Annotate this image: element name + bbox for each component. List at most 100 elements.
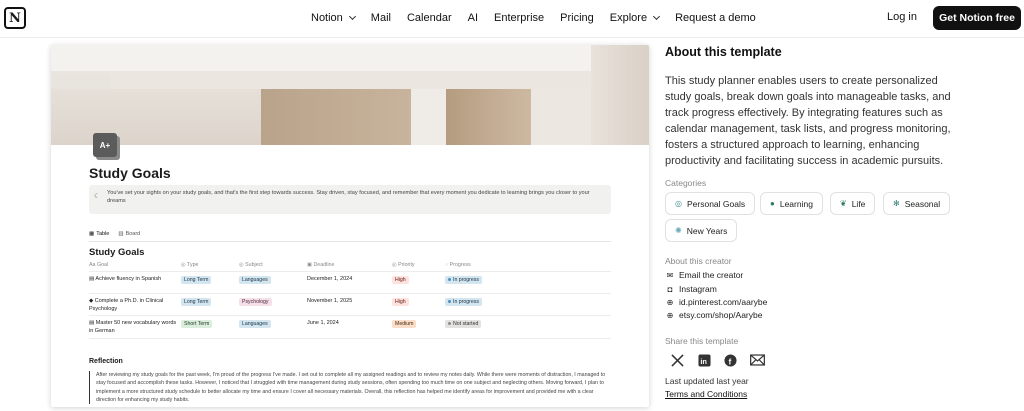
nav-item-request-demo[interactable]: Request a demo [667,12,764,24]
apple-icon: ● [770,199,775,208]
nav-item-mail[interactable]: Mail [363,12,399,24]
svg-text:in: in [700,357,707,366]
nav-item-notion[interactable]: Notion [303,12,363,24]
page-title: Study Goals [89,165,171,181]
divider [89,241,611,242]
progress-tag: In progress [445,276,482,284]
column-header-priority: ◎ Priority [392,262,415,268]
etsy-link[interactable]: ⊕ etsy.com/shop/Aarybe [665,310,763,320]
category-life[interactable]: ❦ Life [830,192,876,215]
text-icon: Aa [89,262,97,268]
priority-tag: High [392,276,409,284]
target-icon: ◎ [675,199,682,208]
sparkle-icon: ✺ [675,226,682,235]
chip-label: Learning [779,198,813,209]
progress-tag: In progress [445,298,482,306]
chevron-down-icon [348,12,356,21]
category-personal-goals[interactable]: ◎ Personal Goals [665,192,756,215]
last-updated: Last updated last year [665,376,749,386]
page-icon: A+ [93,133,117,157]
nav-item-label: Enterprise [494,12,545,24]
globe-icon: ⊕ [666,297,674,307]
email-share-icon[interactable] [749,352,765,368]
cover-image [51,45,649,145]
nav-item-label: Request a demo [675,12,756,24]
type-tag: Long Term [181,276,212,284]
nav-item-calendar[interactable]: Calendar [399,12,460,24]
page-icon: ▤ [89,320,96,326]
link-label: Email the creator [679,270,744,280]
nav-item-enterprise[interactable]: Enterprise [486,12,552,24]
x-share-icon[interactable] [669,352,685,368]
deadline-cell: June 1, 2024 [307,320,339,326]
nav-item-pricing[interactable]: Pricing [552,12,602,24]
creator-label: About this creator [665,256,732,266]
subject-tag: Psychology [239,298,272,306]
top-nav: N Notion Mail Calendar AI Enterprise Pri… [0,0,1024,38]
goal-cell: ▤ Achieve fluency in Spanish [89,276,162,282]
template-preview: A+ Study Goals ☾ You've set your sights … [51,45,649,407]
subject-tag: Languages [239,276,271,284]
globe-icon: ⊕ [666,310,674,320]
deadline-cell: December 1, 2024 [307,276,353,282]
notion-logo[interactable]: N [4,7,26,29]
get-notion-free-button[interactable]: Get Notion free [933,6,1021,30]
column-header-type: ◎ Type [181,262,199,268]
tab-table[interactable]: ▦ Table [89,231,109,237]
nav-menu: Notion Mail Calendar AI Enterprise Prici… [303,0,764,36]
column-header-progress: ◌ Progress [445,262,471,268]
nav-item-label: Notion [311,12,343,24]
chip-label: New Years [686,225,728,236]
table-icon: ▦ [89,231,95,237]
type-tag: Short Term [181,320,213,328]
moon-icon: ☾ [94,193,101,200]
column-header-goal: Aa Goal [89,262,109,268]
chip-label: Personal Goals [686,198,746,209]
pinterest-link[interactable]: ⊕ id.pinterest.com/aarybe [665,297,768,307]
instagram-icon: ◘ [667,284,673,294]
category-seasonal[interactable]: ✻ Seasonal [883,192,951,215]
categories-label: Categories [665,178,707,188]
nav-item-label: Explore [609,12,648,24]
linkedin-share-icon[interactable]: in [696,352,712,368]
category-learning[interactable]: ● Learning [760,192,823,215]
terms-link[interactable]: Terms and Conditions [665,389,747,399]
callout-text: You've set your sights on your study goa… [107,190,590,204]
nav-item-explore[interactable]: Explore [602,12,667,24]
database-title: Study Goals [89,247,145,258]
nav-item-label: Mail [370,12,391,24]
callout: ☾ You've set your sights on your study g… [89,185,611,214]
deadline-cell: November 1, 2025 [307,298,353,304]
column-header-subject: ◎ Subject [239,262,263,268]
reflection-title: Reflection [89,358,123,365]
email-creator-link[interactable]: ✉ Email the creator [665,270,744,280]
reflection-quote: After reviewing my study goals for the p… [89,371,611,405]
about-title: About this template [665,45,782,59]
svg-text:f: f [728,356,731,366]
login-link[interactable]: Log in [887,11,917,23]
progress-tag: Not started [445,320,482,328]
column-header-deadline: ▣ Deadline [307,262,335,268]
subject-tag: Languages [239,320,271,328]
goal-cell: ▤ Master 50 new vocabulary words in Germ… [89,320,177,334]
nav-item-ai[interactable]: AI [460,12,486,24]
leaf-icon: ❦ [840,199,847,208]
priority-tag: Medium [392,320,417,328]
tab-board[interactable]: ▥ Board [118,231,140,237]
chip-label: Life [851,198,866,209]
nav-item-label: Pricing [560,12,594,24]
chevron-down-icon [653,12,661,21]
link-label: Instagram [679,284,717,294]
nav-item-label: AI [467,12,479,24]
nav-item-label: Calendar [406,12,452,24]
category-new-years[interactable]: ✺ New Years [665,219,738,242]
type-tag: Long Term [181,298,212,306]
facebook-share-icon[interactable]: f [722,352,738,368]
instagram-link[interactable]: ◘ Instagram [665,284,717,294]
tab-label: Board [125,231,141,237]
about-description: This study planner enables users to crea… [665,75,951,167]
priority-tag: High [392,298,409,306]
tab-label: Table [96,231,110,237]
board-icon: ▥ [118,231,124,237]
link-label: etsy.com/shop/Aarybe [679,310,763,320]
